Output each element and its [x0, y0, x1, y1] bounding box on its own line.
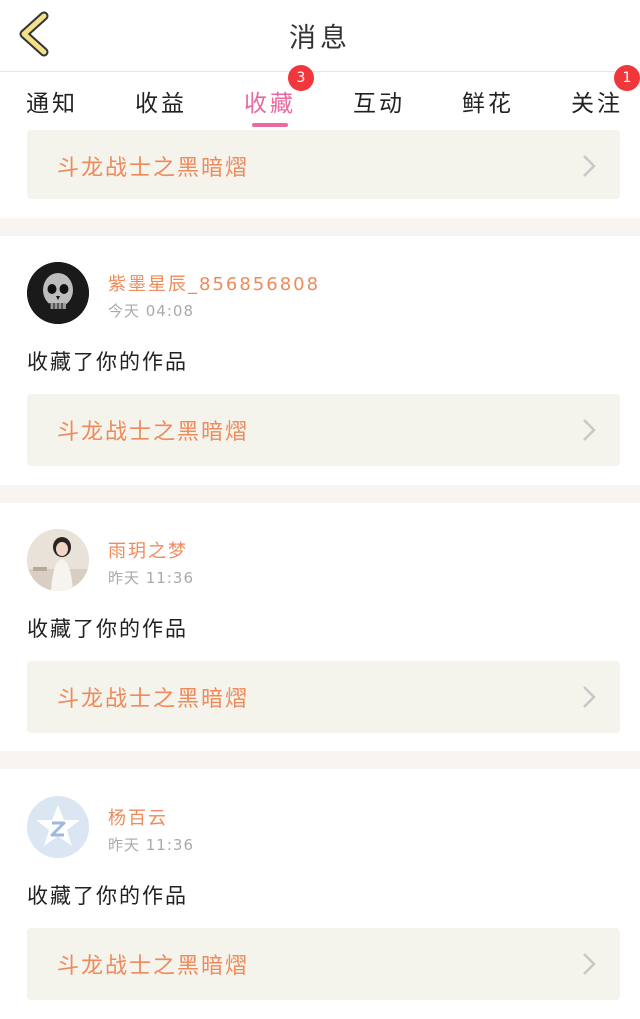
- default-qq-avatar-icon: [27, 796, 89, 858]
- work-card[interactable]: 斗龙战士之黑暗熠: [27, 661, 620, 733]
- work-title: 斗龙战士之黑暗熠: [57, 954, 250, 979]
- user-name[interactable]: 雨玥之梦: [108, 537, 188, 563]
- header-bar: 消息: [0, 0, 640, 72]
- action-text: 收藏了你的作品: [27, 617, 188, 641]
- photo-avatar-icon: [27, 529, 89, 591]
- work-title: 斗龙战士之黑暗熠: [57, 156, 250, 181]
- action-text: 收藏了你的作品: [27, 350, 188, 374]
- timestamp: 昨天 11:36: [108, 569, 194, 587]
- tab-earnings[interactable]: 收益: [116, 84, 206, 118]
- section-divider: [0, 751, 640, 769]
- tab-flowers[interactable]: 鲜花: [443, 84, 533, 118]
- user-name[interactable]: 杨百云: [108, 804, 168, 830]
- section-divider: [0, 485, 640, 503]
- user-name[interactable]: 紫墨星辰_856856808: [108, 270, 320, 296]
- work-card[interactable]: 斗龙战士之黑暗熠: [27, 928, 620, 1000]
- tab-bar: 通知 收益 收藏 互动 鲜花 关注 3 1: [0, 65, 640, 132]
- avatar[interactable]: [27, 796, 89, 858]
- favorites-badge: 3: [288, 65, 314, 91]
- work-card[interactable]: 斗龙战士之黑暗熠: [27, 394, 620, 466]
- page-title: 消息: [289, 23, 351, 54]
- work-card[interactable]: 斗龙战士之黑暗熠: [27, 130, 620, 199]
- section-divider: [0, 218, 640, 236]
- chevron-right-icon: [583, 155, 596, 177]
- timestamp: 昨天 11:36: [108, 836, 194, 854]
- chevron-right-icon: [583, 419, 596, 441]
- action-text: 收藏了你的作品: [27, 884, 188, 908]
- avatar[interactable]: [27, 262, 89, 324]
- active-tab-indicator: [252, 123, 288, 127]
- chevron-right-icon: [583, 953, 596, 975]
- follow-badge: 1: [614, 65, 640, 91]
- tab-interaction[interactable]: 互动: [334, 84, 424, 118]
- work-title: 斗龙战士之黑暗熠: [57, 687, 250, 712]
- skull-avatar-icon: [27, 262, 89, 324]
- tab-notice[interactable]: 通知: [7, 84, 97, 118]
- timestamp: 今天 04:08: [108, 302, 194, 320]
- chevron-right-icon: [583, 686, 596, 708]
- work-title: 斗龙战士之黑暗熠: [57, 420, 250, 445]
- avatar[interactable]: [27, 529, 89, 591]
